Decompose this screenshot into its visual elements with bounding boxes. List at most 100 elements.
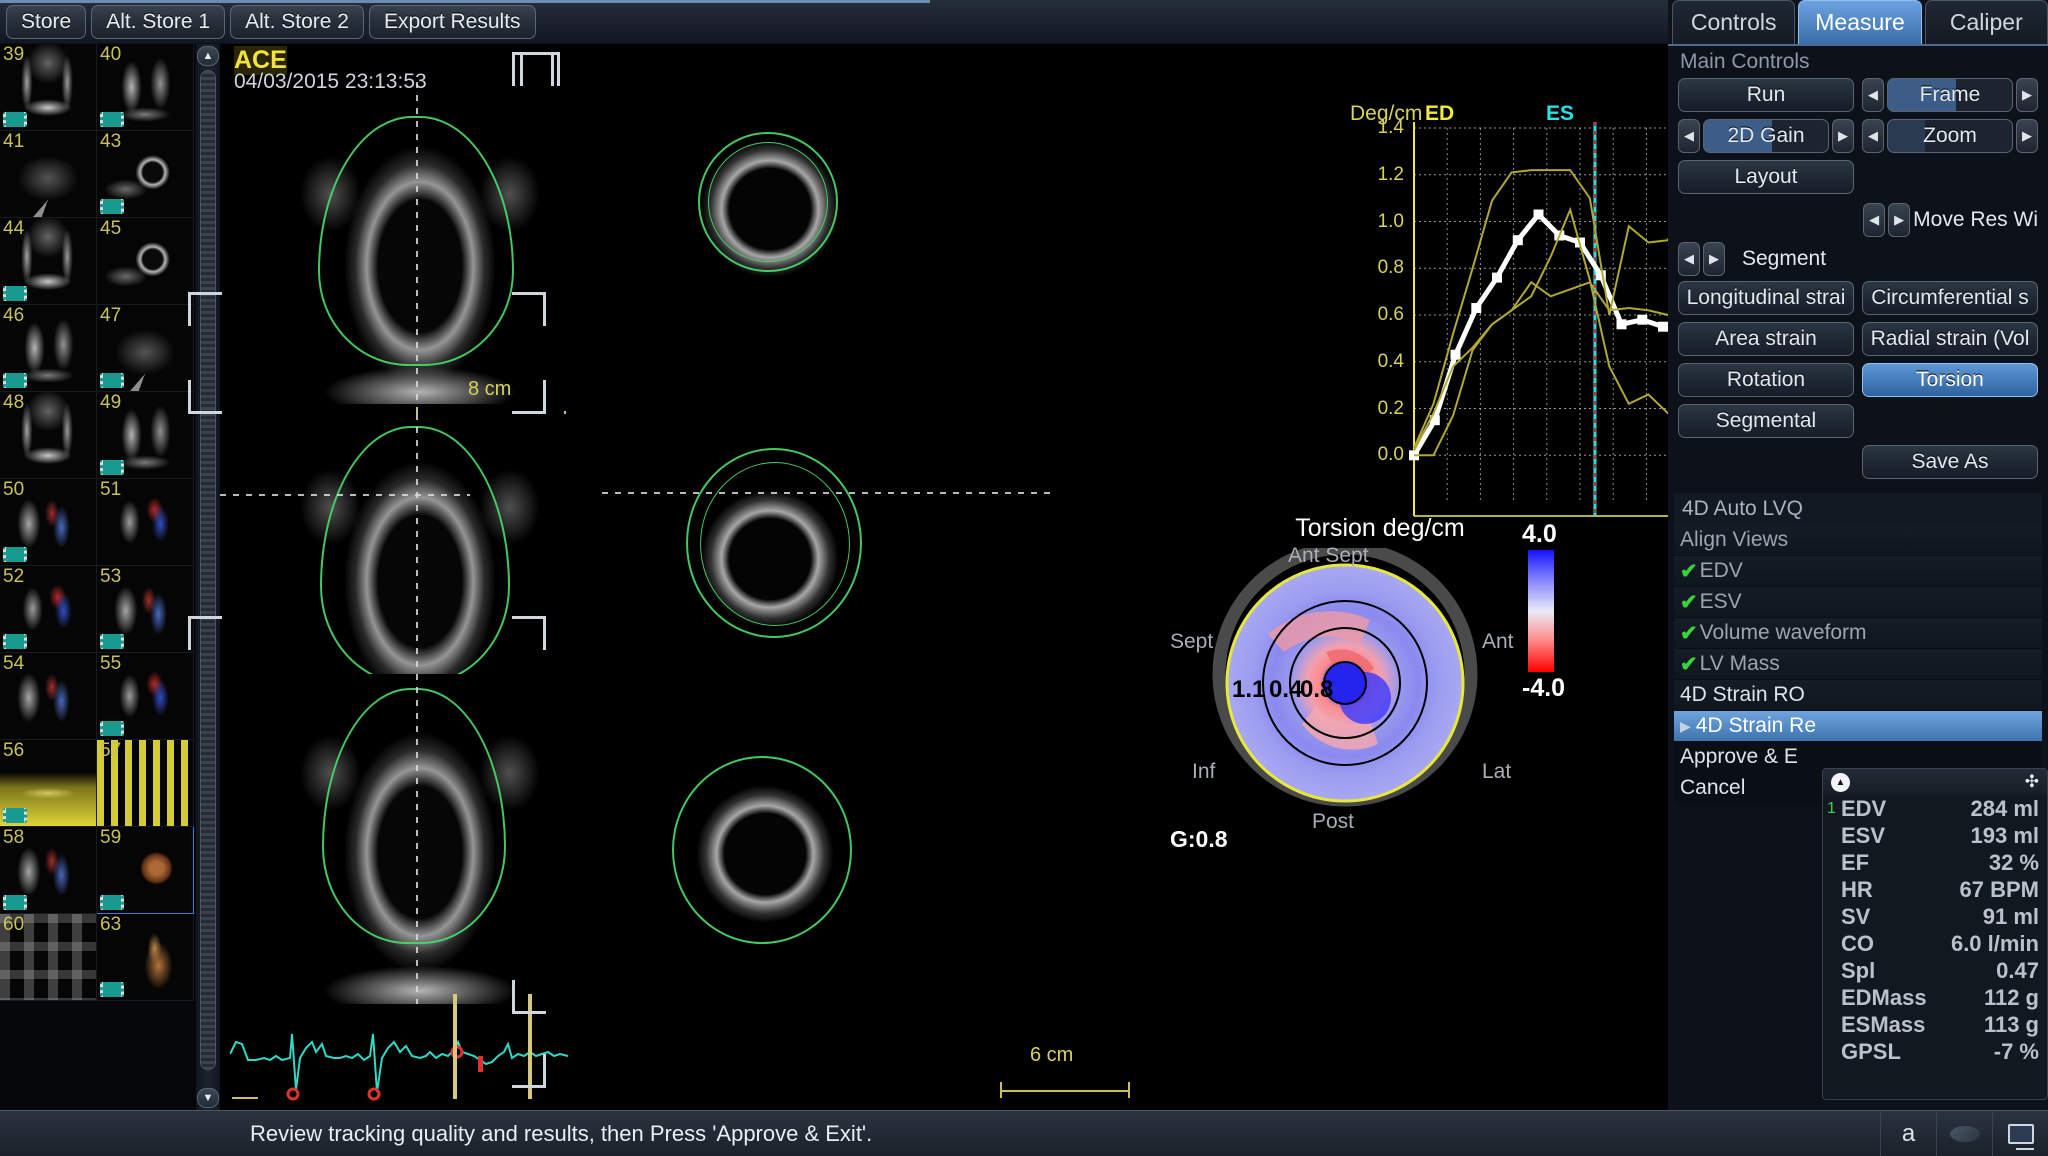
lvq-item-volume-waveform[interactable]: ✔ Volume waveform <box>1674 618 2042 649</box>
monitor-export-icon[interactable] <box>1992 1111 2048 1156</box>
frame-control[interactable]: Frame <box>1887 78 2013 112</box>
thumbnail-41[interactable]: 41 <box>0 131 97 218</box>
move-res-right-arrow[interactable]: ▶ <box>1888 203 1911 237</box>
frame-increment-arrow[interactable]: ▶ <box>2016 78 2038 112</box>
lvq-item-label: 4D Strain Re <box>1695 714 1816 737</box>
lvq-header: 4D Auto LVQ <box>1674 493 2042 525</box>
thumbnail-60[interactable]: 60 <box>0 914 97 1001</box>
measurement-key: HR <box>1841 876 1873 902</box>
thumbnail-49[interactable]: 49 <box>97 392 194 479</box>
chart-y-tick-label: 0.2 <box>1377 397 1404 419</box>
store-button[interactable]: Store <box>6 4 87 39</box>
thumbnail-43[interactable]: 43 <box>97 131 194 218</box>
run-button[interactable]: Run <box>1678 78 1854 112</box>
measurement-row-edv: 1 EDV 284 ml <box>1823 795 2047 822</box>
thumbnail-52[interactable]: 52 <box>0 566 97 653</box>
rotation-button[interactable]: Rotation <box>1678 363 1854 397</box>
collapse-icon[interactable]: ▲ <box>1831 772 1850 792</box>
lvq-item-4d-strain-ro[interactable]: 4D Strain RO <box>1674 680 2042 711</box>
thumbnail-55[interactable]: 55 <box>97 653 194 740</box>
frame-decrement-arrow[interactable]: ◀ <box>1862 78 1884 112</box>
thumbnail-50[interactable]: 50 <box>0 479 97 566</box>
move-handle-icon[interactable]: ✣ <box>2025 772 2039 792</box>
torsion-button[interactable]: Torsion <box>1862 363 2038 397</box>
thumbnail-number: 46 <box>3 305 25 326</box>
thumbnail-63[interactable]: 63 <box>97 914 194 1001</box>
lvq-item-edv[interactable]: ✔ EDV <box>1674 556 2042 587</box>
torsion-bullseye-plot[interactable]: Torsion deg/cm Ant Sept Sept Ant Inf Lat… <box>1170 514 1590 864</box>
segment-right-arrow[interactable]: ▶ <box>1703 242 1725 276</box>
trackball-icon[interactable] <box>1936 1111 1992 1156</box>
view-axis-line <box>416 82 418 432</box>
segment-left-arrow[interactable]: ◀ <box>1678 242 1700 276</box>
thumbnail-48[interactable]: 48 <box>0 392 97 479</box>
thumbnail-strip[interactable]: 39 40 41 43 44 45 46 47 48 49 50 51 52 53 54 55 56 57 58 59… <box>0 44 196 1110</box>
annotation-text-icon[interactable]: a <box>1880 1111 1936 1156</box>
area-strain-button[interactable]: Area strain <box>1678 322 1854 356</box>
export-results-button[interactable]: Export Results <box>368 4 536 39</box>
thumbnail-59[interactable]: 59 <box>97 827 194 914</box>
measurement-value: 193 ml <box>1970 822 2040 848</box>
image-canvas[interactable]: ACE 04/03/2015 23:13:53 8 cm 6 cm Deg/cm… <box>188 44 1752 1110</box>
measurement-key: ESV <box>1841 822 1886 848</box>
scale-tick <box>1000 1082 1002 1098</box>
tab-measure[interactable]: Measure <box>1798 0 1922 44</box>
lvq-item-4d-strain-re[interactable]: ▶ 4D Strain Re <box>1674 711 2042 742</box>
zoom-increment-arrow[interactable]: ▶ <box>2016 119 2038 153</box>
measurement-value: 91 ml <box>1982 903 2039 929</box>
thumbnail-number: 45 <box>100 218 122 239</box>
toolbar-accent-bar <box>0 0 930 3</box>
thumbnail-51[interactable]: 51 <box>97 479 194 566</box>
thumbnail-scrollbar[interactable]: ▲ ▼ <box>196 44 220 1110</box>
thumbnail-44[interactable]: 44 <box>0 218 97 305</box>
thumbnail-58[interactable]: 58 <box>0 827 97 914</box>
measurement-row-ef: EF 32 % <box>1823 849 2047 876</box>
popup-header[interactable]: ▲ ✣ <box>1823 769 2047 795</box>
tab-controls[interactable]: Controls <box>1672 0 1796 44</box>
zoom-control[interactable]: Zoom <box>1887 119 2013 153</box>
view-corner-marker <box>188 380 222 414</box>
lvq-item-label: Cancel <box>1680 776 1746 799</box>
lvq-item-align-views[interactable]: Align Views <box>1674 525 2042 556</box>
scroll-up-arrow[interactable]: ▲ <box>197 46 219 66</box>
measurement-results-popup[interactable]: ▲ ✣ 1 EDV 284 ml ESV 193 ml EF 32 % HR 67 BPM SV 9… <box>1822 768 2048 1100</box>
segmental-button[interactable]: Segmental <box>1678 404 1854 438</box>
thumbnail-46[interactable]: 46 <box>0 305 97 392</box>
alt-store-2-button[interactable]: Alt. Store 2 <box>230 4 364 39</box>
thumbnail-number: 48 <box>3 392 25 413</box>
lvq-item-list[interactable]: Align Views ✔ EDV ✔ ESV ✔ Volume waveform ✔ LV M… <box>1674 525 2042 804</box>
thumbnail-57[interactable]: 57 <box>97 740 194 827</box>
clip-icon <box>100 721 124 736</box>
scroll-down-arrow[interactable]: ▼ <box>197 1088 219 1108</box>
zoom-decrement-arrow[interactable]: ◀ <box>1862 119 1884 153</box>
thumbnail-53[interactable]: 53 <box>97 566 194 653</box>
longitudinal-strain-button[interactable]: Longitudinal strai <box>1678 281 1854 315</box>
thumbnail-number: 54 <box>3 653 25 674</box>
tab-caliper[interactable]: Caliper <box>1924 0 2048 44</box>
clip-icon <box>3 286 27 301</box>
thumbnail-45[interactable]: 45 <box>97 218 194 305</box>
gain-increment-arrow[interactable]: ▶ <box>1832 119 1854 153</box>
gain-decrement-arrow[interactable]: ◀ <box>1678 119 1700 153</box>
circumferential-strain-button[interactable]: Circumferential s <box>1862 281 2038 315</box>
scrollbar-thumb[interactable] <box>200 70 216 1070</box>
application-window: Store Alt. Store 1 Alt. Store 2 Export R… <box>0 0 2048 1156</box>
thumbnail-56[interactable]: 56 <box>0 740 97 827</box>
thumbnail-39[interactable]: 39 <box>0 44 97 131</box>
layout-button[interactable]: Layout <box>1678 160 1854 194</box>
thumbnail-40[interactable]: 40 <box>97 44 194 131</box>
save-as-button[interactable]: Save As <box>1862 445 2038 479</box>
measurement-key: GPSL <box>1841 1038 1901 1064</box>
move-res-left-arrow[interactable]: ◀ <box>1863 203 1886 237</box>
radial-strain-button[interactable]: Radial strain (Vol <box>1862 322 2038 356</box>
colorbar-min-label: -4.0 <box>1522 674 1566 702</box>
lvq-item-lv-mass[interactable]: ✔ LV Mass <box>1674 649 2042 680</box>
thumbnail-47[interactable]: 47 <box>97 305 194 392</box>
lvq-item-esv[interactable]: ✔ ESV <box>1674 587 2042 618</box>
chart-y-tick-label: 1.0 <box>1377 210 1404 232</box>
thumbnail-54[interactable]: 54 <box>0 653 97 740</box>
lv-mesh-contour <box>672 756 852 944</box>
2d-gain-control[interactable]: 2D Gain <box>1703 119 1829 153</box>
measurement-row-spl: Spl 0.47 <box>1823 957 2047 984</box>
alt-store-1-button[interactable]: Alt. Store 1 <box>91 4 226 39</box>
